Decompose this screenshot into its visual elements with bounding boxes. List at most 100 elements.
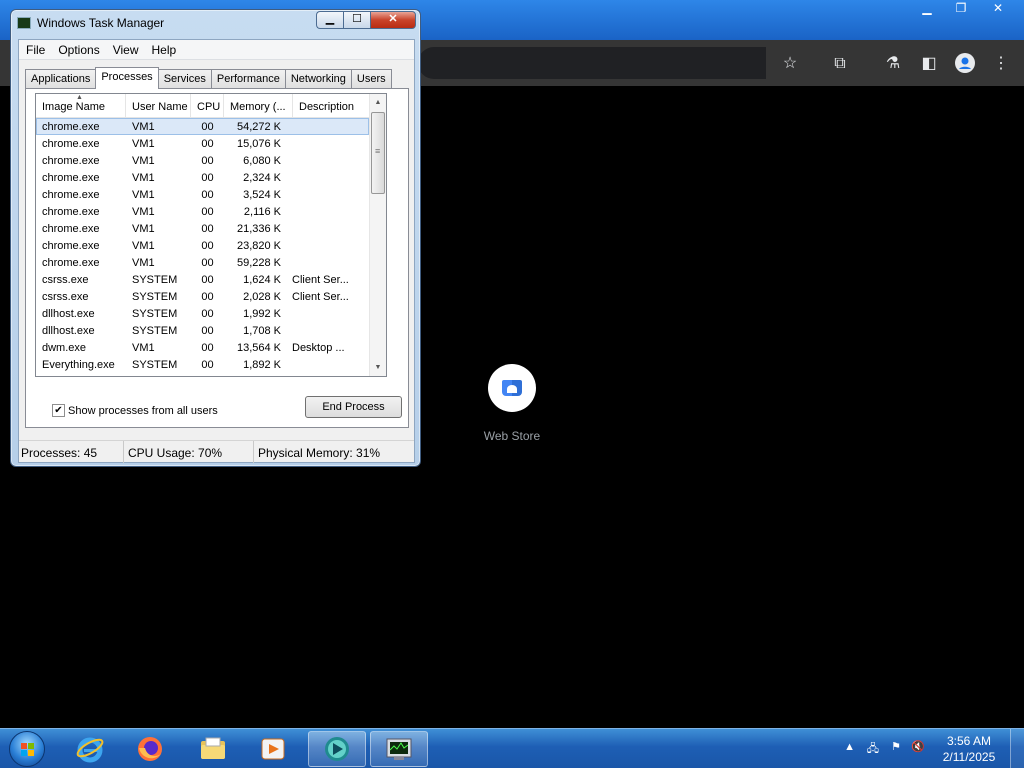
column-description[interactable]: Description: [293, 94, 369, 118]
end-process-button[interactable]: End Process: [305, 396, 402, 418]
process-name: chrome.exe: [42, 189, 100, 201]
process-memory: 13,564 K: [236, 342, 281, 354]
process-cpu: 00: [201, 240, 214, 252]
column-memory[interactable]: Memory (...: [224, 94, 293, 118]
show-all-users-checkbox[interactable]: ✔ Show processes from all users: [52, 404, 218, 417]
maximize-button[interactable]: ☐: [343, 11, 370, 29]
browser-minimize-button[interactable]: ▁: [910, 0, 944, 18]
address-bar[interactable]: [418, 47, 766, 79]
checkbox-check-icon[interactable]: ✔: [52, 404, 65, 417]
media-player-icon: [258, 734, 288, 764]
process-memory: 21,336 K: [236, 223, 281, 235]
process-memory: 2,028 K: [243, 291, 281, 303]
scroll-down-arrow-icon[interactable]: ▼: [370, 359, 386, 376]
process-list[interactable]: ▲ Image Name User Name CPU Memory (... D…: [35, 93, 387, 377]
table-row[interactable]: dwm.exe VM1 00 13,564 K Desktop ...: [36, 339, 369, 356]
column-image-name[interactable]: ▲ Image Name: [36, 94, 126, 118]
process-name: chrome.exe: [42, 138, 100, 150]
tab-processes[interactable]: Processes: [95, 67, 159, 89]
table-row[interactable]: chrome.exe VM1 00 6,080 K: [36, 152, 369, 169]
minimize-button[interactable]: ▁: [316, 11, 343, 29]
browser-restore-button[interactable]: ❐: [944, 0, 978, 18]
process-name: dllhost.exe: [42, 325, 95, 337]
table-row[interactable]: chrome.exe VM1 00 15,076 K: [36, 135, 369, 152]
process-description: [286, 322, 369, 339]
menu-file[interactable]: File: [19, 40, 51, 59]
table-row[interactable]: chrome.exe VM1 00 3,524 K: [36, 186, 369, 203]
process-description: [286, 152, 369, 169]
action-center-flag-icon[interactable]: ⚑: [891, 740, 901, 753]
table-row[interactable]: chrome.exe VM1 00 21,336 K: [36, 220, 369, 237]
process-description: [286, 254, 369, 271]
process-user: SYSTEM: [132, 325, 178, 337]
process-cpu: 00: [201, 223, 214, 235]
taskbar-media-player[interactable]: [244, 731, 302, 767]
tab-services[interactable]: Services: [157, 69, 212, 88]
table-row[interactable]: chrome.exe VM1 00 59,228 K: [36, 254, 369, 271]
table-row[interactable]: csrss.exe SYSTEM 00 1,624 K Client Ser...: [36, 271, 369, 288]
process-rows: chrome.exe VM1 00 54,272 Kchrome.exe VM1 00 15…: [36, 118, 369, 373]
process-cpu: 00: [201, 274, 214, 286]
browser-close-button[interactable]: ✕: [978, 0, 1018, 18]
menu-options[interactable]: Options: [51, 40, 105, 59]
bookmark-star-icon[interactable]: ☆: [779, 53, 801, 75]
taskbar: ▲ 🖧 ⚑ 🔇 3:56 AM 2/11/2025: [0, 728, 1024, 768]
scroll-up-arrow-icon[interactable]: ▲: [370, 94, 386, 111]
clock[interactable]: 3:56 AM 2/11/2025: [936, 733, 1002, 765]
process-memory: 1,892 K: [243, 359, 281, 371]
start-button[interactable]: [5, 731, 49, 767]
column-user-name[interactable]: User Name: [126, 94, 191, 118]
window-client-area: File Options View Help Applications Proc…: [18, 39, 415, 463]
show-hidden-icons-icon[interactable]: ▲: [844, 741, 855, 753]
tab-performance[interactable]: Performance: [210, 69, 286, 88]
process-user: VM1: [132, 257, 155, 269]
title-bar[interactable]: Windows Task Manager: [17, 13, 164, 33]
network-icon[interactable]: 🖧: [867, 740, 879, 759]
process-cpu: 00: [201, 155, 214, 167]
process-user: VM1: [132, 206, 155, 218]
taskbar-firefox[interactable]: [121, 731, 179, 767]
show-desktop-button[interactable]: [1010, 729, 1024, 768]
labs-flask-icon[interactable]: ⚗: [882, 53, 904, 75]
table-row[interactable]: chrome.exe VM1 00 2,324 K: [36, 169, 369, 186]
extensions-icon[interactable]: ⧉: [829, 53, 851, 75]
process-description: Client Ser...: [292, 291, 349, 303]
browser-menu-icon[interactable]: ⋮: [990, 53, 1012, 75]
taskbar-internet-explorer[interactable]: [61, 731, 119, 767]
table-row[interactable]: Everything.exe SYSTEM 00 1,892 K: [36, 356, 369, 373]
menu-view[interactable]: View: [106, 40, 145, 59]
profile-avatar-icon[interactable]: [954, 53, 976, 75]
table-row[interactable]: dllhost.exe SYSTEM 00 1,708 K: [36, 322, 369, 339]
taskbar-file-explorer[interactable]: [184, 731, 242, 767]
scroll-thumb[interactable]: [371, 112, 385, 194]
tab-networking[interactable]: Networking: [284, 69, 352, 88]
column-cpu[interactable]: CPU: [191, 94, 224, 118]
show-all-users-label: Show processes from all users: [68, 404, 218, 417]
process-name: chrome.exe: [42, 155, 100, 167]
windows-logo-icon: [9, 731, 45, 767]
table-row[interactable]: chrome.exe VM1 00 2,116 K: [36, 203, 369, 220]
menu-help[interactable]: Help: [145, 40, 183, 59]
tab-strip: Applications Processes Services Performa…: [25, 67, 392, 89]
process-user: VM1: [132, 172, 155, 184]
vertical-scrollbar[interactable]: ▲ ▼: [369, 94, 386, 376]
process-memory: 23,820 K: [236, 240, 281, 252]
side-panel-icon[interactable]: ◧: [918, 53, 940, 75]
table-row[interactable]: csrss.exe SYSTEM 00 2,028 K Client Ser...: [36, 288, 369, 305]
process-name: dwm.exe: [42, 342, 87, 354]
tab-users[interactable]: Users: [350, 69, 392, 88]
taskbar-app[interactable]: [308, 731, 366, 767]
table-row[interactable]: chrome.exe VM1 00 23,820 K: [36, 237, 369, 254]
web-store-shortcut[interactable]: Web Store: [480, 364, 544, 443]
taskbar-task-manager[interactable]: [370, 731, 428, 767]
volume-muted-icon[interactable]: 🔇: [911, 740, 925, 753]
close-button[interactable]: ✕: [370, 11, 416, 29]
process-name: Everything.exe: [42, 359, 115, 371]
tab-applications[interactable]: Applications: [25, 69, 97, 88]
table-row[interactable]: dllhost.exe SYSTEM 00 1,992 K: [36, 305, 369, 322]
process-name: chrome.exe: [42, 240, 100, 252]
process-user: VM1: [132, 240, 155, 252]
process-memory: 2,324 K: [243, 172, 281, 184]
table-row[interactable]: chrome.exe VM1 00 54,272 K: [36, 118, 369, 135]
task-manager-icon: [384, 734, 414, 764]
